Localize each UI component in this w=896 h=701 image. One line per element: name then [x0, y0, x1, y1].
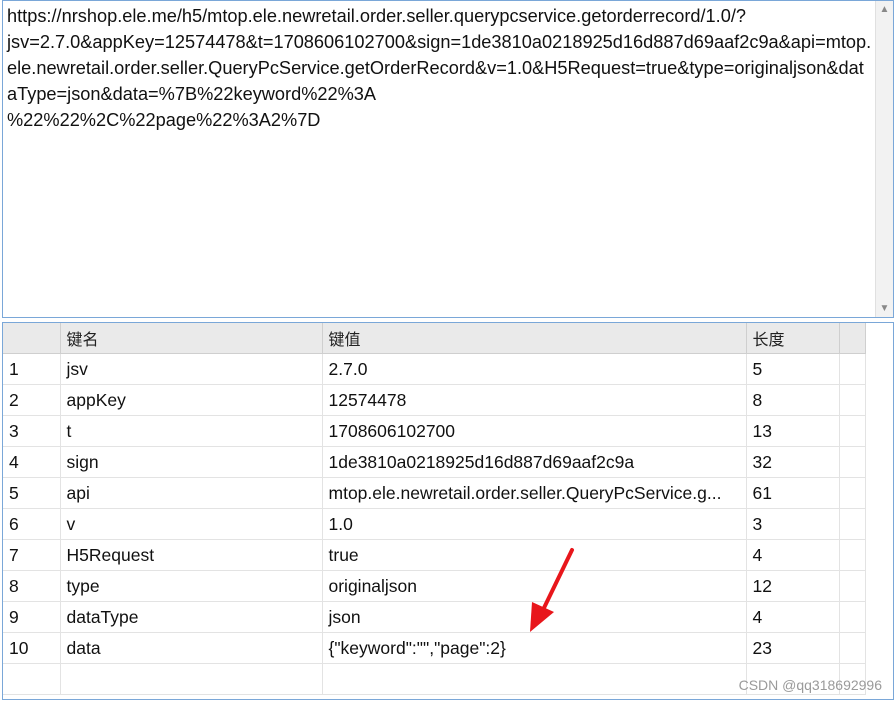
vertical-scrollbar[interactable]: ▲ ▼: [875, 1, 893, 317]
table-row[interactable]: 9 dataType json 4: [3, 601, 866, 633]
value-cell[interactable]: 2.7.0: [322, 353, 747, 385]
length-cell[interactable]: 23: [746, 632, 840, 664]
watermark: CSDN @qq318692996: [738, 677, 882, 693]
filler-cell: [839, 601, 866, 633]
filler-cell: [839, 539, 866, 571]
key-cell[interactable]: jsv: [60, 353, 323, 385]
filler-cell: [839, 508, 866, 540]
value-cell[interactable]: 1de3810a0218925d16d887d69aaf2c9a: [322, 446, 747, 478]
key-cell[interactable]: H5Request: [60, 539, 323, 571]
header-value[interactable]: 键值: [322, 323, 747, 354]
empty-cell: [3, 663, 61, 695]
filler-cell: [839, 384, 866, 416]
row-index[interactable]: 10: [3, 632, 61, 664]
length-cell[interactable]: 4: [746, 539, 840, 571]
empty-row: [3, 663, 866, 695]
row-index[interactable]: 4: [3, 446, 61, 478]
row-index[interactable]: 7: [3, 539, 61, 571]
row-index[interactable]: 6: [3, 508, 61, 540]
filler-cell: [839, 632, 866, 664]
key-cell[interactable]: data: [60, 632, 323, 664]
table-row[interactable]: 3 t 1708606102700 13: [3, 415, 866, 447]
empty-cell: [60, 663, 323, 695]
key-cell[interactable]: v: [60, 508, 323, 540]
table-row[interactable]: 8 type originaljson 12: [3, 570, 866, 602]
params-table: 键名 键值 长度 1 jsv 2.7.0 5 2 appKey 12574478 8 3 t 170…: [3, 323, 866, 695]
url-textarea[interactable]: https://nrshop.ele.me/h5/mtop.ele.newret…: [2, 0, 894, 318]
row-index[interactable]: 1: [3, 353, 61, 385]
row-index[interactable]: 2: [3, 384, 61, 416]
chevron-down-icon[interactable]: ▼: [876, 300, 893, 317]
length-cell[interactable]: 4: [746, 601, 840, 633]
header-key[interactable]: 键名: [60, 323, 323, 354]
url-text: https://nrshop.ele.me/h5/mtop.ele.newret…: [7, 6, 872, 130]
value-cell[interactable]: 1708606102700: [322, 415, 747, 447]
header-row: 键名 键值 长度: [3, 323, 866, 354]
value-cell[interactable]: mtop.ele.newretail.order.seller.QueryPcS…: [322, 477, 747, 509]
length-cell[interactable]: 13: [746, 415, 840, 447]
table-row[interactable]: 10 data {"keyword":"","page":2} 23: [3, 632, 866, 664]
filler-cell: [839, 353, 866, 385]
length-cell[interactable]: 3: [746, 508, 840, 540]
header-index[interactable]: [3, 323, 61, 354]
filler-cell: [839, 477, 866, 509]
filler-cell: [839, 415, 866, 447]
filler-cell: [839, 570, 866, 602]
value-cell[interactable]: 1.0: [322, 508, 747, 540]
length-cell[interactable]: 32: [746, 446, 840, 478]
row-index[interactable]: 9: [3, 601, 61, 633]
key-cell[interactable]: appKey: [60, 384, 323, 416]
key-cell[interactable]: dataType: [60, 601, 323, 633]
empty-cell: [322, 663, 747, 695]
red-arrow-icon: [530, 548, 574, 632]
chevron-up-icon[interactable]: ▲: [876, 1, 893, 18]
key-cell[interactable]: type: [60, 570, 323, 602]
table-row[interactable]: 5 api mtop.ele.newretail.order.seller.Quer…: [3, 477, 866, 509]
table-row[interactable]: 4 sign 1de3810a0218925d16d887d69aaf2c9a 32: [3, 446, 866, 478]
filler-cell: [839, 446, 866, 478]
length-cell[interactable]: 5: [746, 353, 840, 385]
row-index[interactable]: 3: [3, 415, 61, 447]
params-grid: 键名 键值 长度 1 jsv 2.7.0 5 2 appKey 12574478 8 3 t 170…: [2, 322, 894, 700]
length-cell[interactable]: 8: [746, 384, 840, 416]
key-cell[interactable]: t: [60, 415, 323, 447]
row-index[interactable]: 8: [3, 570, 61, 602]
key-cell[interactable]: api: [60, 477, 323, 509]
table-row[interactable]: 6 v 1.0 3: [3, 508, 866, 540]
row-index[interactable]: 5: [3, 477, 61, 509]
table-row[interactable]: 7 H5Request true 4: [3, 539, 866, 571]
header-filler: [839, 323, 866, 354]
table-row[interactable]: 1 jsv 2.7.0 5: [3, 353, 866, 385]
key-cell[interactable]: sign: [60, 446, 323, 478]
table-row[interactable]: 2 appKey 12574478 8: [3, 384, 866, 416]
value-cell[interactable]: 12574478: [322, 384, 747, 416]
header-length[interactable]: 长度: [746, 323, 840, 354]
length-cell[interactable]: 61: [746, 477, 840, 509]
length-cell[interactable]: 12: [746, 570, 840, 602]
